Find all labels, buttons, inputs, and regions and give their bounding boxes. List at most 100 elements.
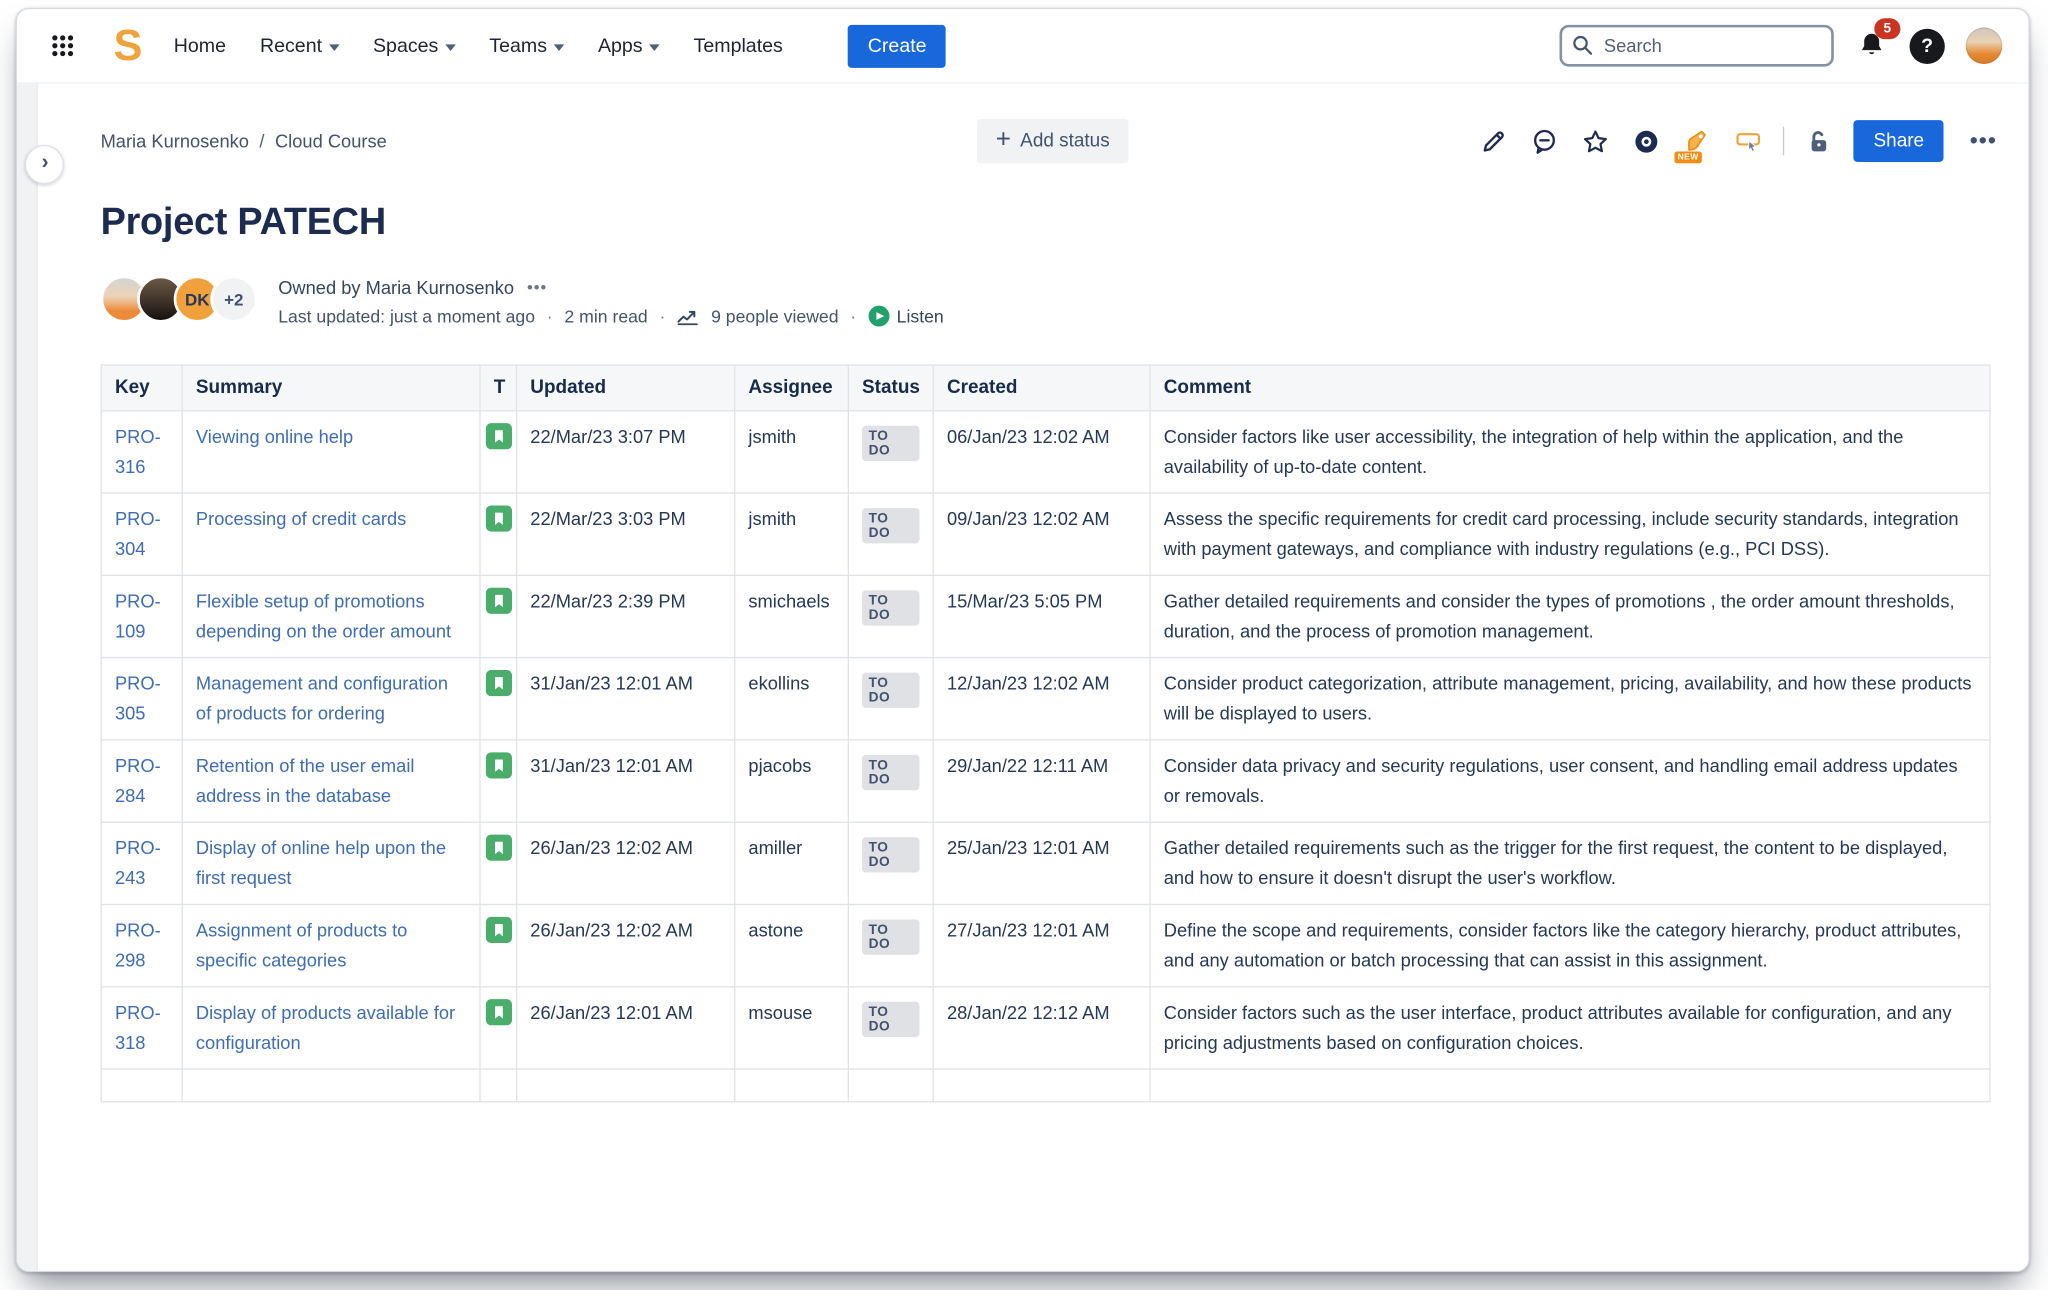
breadcrumb-page-link[interactable]: Cloud Course — [275, 131, 387, 152]
issues-table-header: Key Summary T Updated Assignee Status Cr… — [101, 365, 1990, 411]
search-input[interactable] — [1560, 25, 1834, 67]
owner-more-button[interactable]: ••• — [527, 278, 547, 296]
issue-summary-link[interactable]: Management and configuration of products… — [196, 673, 448, 724]
story-type-icon — [486, 835, 512, 861]
col-header-summary: Summary — [182, 365, 480, 411]
issue-key-link[interactable]: PRO-304 — [115, 508, 161, 559]
nav-item-home[interactable]: Home — [174, 35, 226, 57]
page-main: Maria Kurnosenko / Cloud Course + Add st… — [38, 84, 2029, 1271]
app-switcher-icon[interactable] — [43, 26, 82, 65]
button-tool-button[interactable] — [1732, 125, 1765, 158]
updated-cell: 22/Mar/23 3:07 PM — [517, 411, 735, 493]
issue-key-link[interactable]: PRO-305 — [115, 673, 161, 724]
assignee-cell: ekollins — [735, 658, 849, 740]
logo-icon[interactable]: S — [114, 23, 143, 66]
new-badge: NEW — [1675, 151, 1701, 163]
status-cell: TO DO — [848, 740, 933, 822]
comment-cell: Assess the specific requirements for cre… — [1150, 493, 1990, 575]
issue-key-link[interactable]: PRO-316 — [115, 426, 161, 477]
sidebar-expand-button[interactable]: › — [25, 145, 64, 184]
restrictions-button[interactable] — [1803, 125, 1836, 158]
issue-key-link[interactable]: PRO-318 — [115, 1002, 161, 1053]
key-cell: PRO-284 — [101, 740, 182, 822]
summary-cell: Assignment of products to specific categ… — [182, 904, 480, 986]
key-cell: PRO-109 — [101, 575, 182, 657]
more-actions-button[interactable]: ••• — [1962, 125, 2005, 156]
status-badge: TO DO — [862, 590, 919, 625]
nav-item-spaces[interactable]: Spaces — [373, 35, 455, 57]
created-cell: 27/Jan/23 12:01 AM — [933, 904, 1150, 986]
assignee-cell: smichaels — [735, 575, 849, 657]
listen-button[interactable]: Listen — [868, 306, 944, 327]
issue-key-link[interactable]: PRO-298 — [115, 920, 161, 971]
updated-cell: 31/Jan/23 12:01 AM — [517, 658, 735, 740]
notifications-button[interactable]: 5 — [1855, 27, 1889, 65]
issue-summary-link[interactable]: Viewing online help — [196, 426, 353, 447]
type-cell — [480, 987, 517, 1069]
status-badge: TO DO — [862, 1002, 919, 1037]
table-row: PRO-318 Display of products available fo… — [101, 987, 1990, 1069]
help-button[interactable]: ? — [1910, 28, 1945, 63]
type-cell — [480, 904, 517, 986]
edit-button[interactable] — [1478, 125, 1511, 158]
table-row: PRO-305 Management and configuration of … — [101, 658, 1990, 740]
key-cell: PRO-243 — [101, 822, 182, 904]
table-row-partial — [101, 1069, 1990, 1102]
status-badge: TO DO — [862, 508, 919, 543]
profile-avatar[interactable] — [1966, 27, 2003, 64]
avatar-overflow[interactable]: +2 — [210, 276, 257, 323]
views-text[interactable]: 9 people viewed — [711, 306, 838, 326]
col-header-comment: Comment — [1150, 365, 1990, 411]
assignee-cell: msouse — [735, 987, 849, 1069]
page-actions: NEW Share ••• — [1478, 120, 2005, 162]
assignee-cell: jsmith — [735, 493, 849, 575]
nav-item-apps[interactable]: Apps — [598, 35, 660, 57]
chevron-down-icon — [329, 44, 339, 51]
status-cell: TO DO — [848, 658, 933, 740]
add-status-button[interactable]: + Add status — [977, 119, 1127, 163]
table-row: PRO-298 Assignment of products to specif… — [101, 904, 1990, 986]
type-cell — [480, 740, 517, 822]
created-cell: 29/Jan/22 12:11 AM — [933, 740, 1150, 822]
issue-summary-link[interactable]: Retention of the user email address in t… — [196, 755, 415, 806]
restrictions-icon — [1806, 127, 1833, 154]
issue-summary-link[interactable]: Display of online help upon the first re… — [196, 837, 446, 888]
app-window: S Home Recent Spaces Teams Apps Template… — [16, 8, 2030, 1272]
issue-summary-link[interactable]: Processing of credit cards — [196, 508, 406, 529]
nav-item-templates[interactable]: Templates — [694, 35, 783, 57]
watch-button[interactable] — [1631, 125, 1664, 158]
key-cell: PRO-318 — [101, 987, 182, 1069]
issue-summary-link[interactable]: Display of products available for config… — [196, 1002, 455, 1053]
issue-key-link[interactable]: PRO-243 — [115, 837, 161, 888]
breadcrumb-space-link[interactable]: Maria Kurnosenko — [101, 131, 249, 152]
summary-cell: Display of products available for config… — [182, 987, 480, 1069]
issue-summary-link[interactable]: Assignment of products to specific categ… — [196, 920, 407, 971]
favorite-button[interactable] — [1580, 125, 1613, 158]
comments-button[interactable] — [1529, 125, 1562, 158]
page-title: Project PATECH — [101, 201, 2005, 244]
updated-cell: 22/Mar/23 3:03 PM — [517, 493, 735, 575]
create-button[interactable]: Create — [848, 24, 946, 67]
chevron-down-icon — [445, 44, 455, 51]
nav-right-group: 5 ? — [1560, 25, 2003, 67]
table-row: PRO-243 Display of online help upon the … — [101, 822, 1990, 904]
page-toolbar: Maria Kurnosenko / Cloud Course + Add st… — [101, 118, 2005, 165]
nav-item-teams[interactable]: Teams — [489, 35, 564, 57]
nav-item-recent[interactable]: Recent — [260, 35, 339, 57]
comment-cell: Consider factors such as the user interf… — [1150, 987, 1990, 1069]
byline: DK +2 Owned by Maria Kurnosenko ••• Last… — [101, 276, 2005, 327]
issue-summary-link[interactable]: Flexible setup of promotions depending o… — [196, 590, 451, 641]
share-button[interactable]: Share — [1854, 120, 1944, 162]
assignee-cell: amiller — [735, 822, 849, 904]
updated-cell: 26/Jan/23 12:01 AM — [517, 987, 735, 1069]
created-cell: 25/Jan/23 12:01 AM — [933, 822, 1150, 904]
whats-new-button[interactable]: NEW — [1682, 125, 1715, 158]
search-box — [1560, 25, 1834, 67]
created-cell: 09/Jan/23 12:02 AM — [933, 493, 1150, 575]
table-row: PRO-109 Flexible setup of promotions dep… — [101, 575, 1990, 657]
story-type-icon — [486, 670, 512, 696]
issue-key-link[interactable]: PRO-284 — [115, 755, 161, 806]
summary-cell: Management and configuration of products… — [182, 658, 480, 740]
breadcrumb-separator: / — [259, 131, 264, 152]
issue-key-link[interactable]: PRO-109 — [115, 590, 161, 641]
